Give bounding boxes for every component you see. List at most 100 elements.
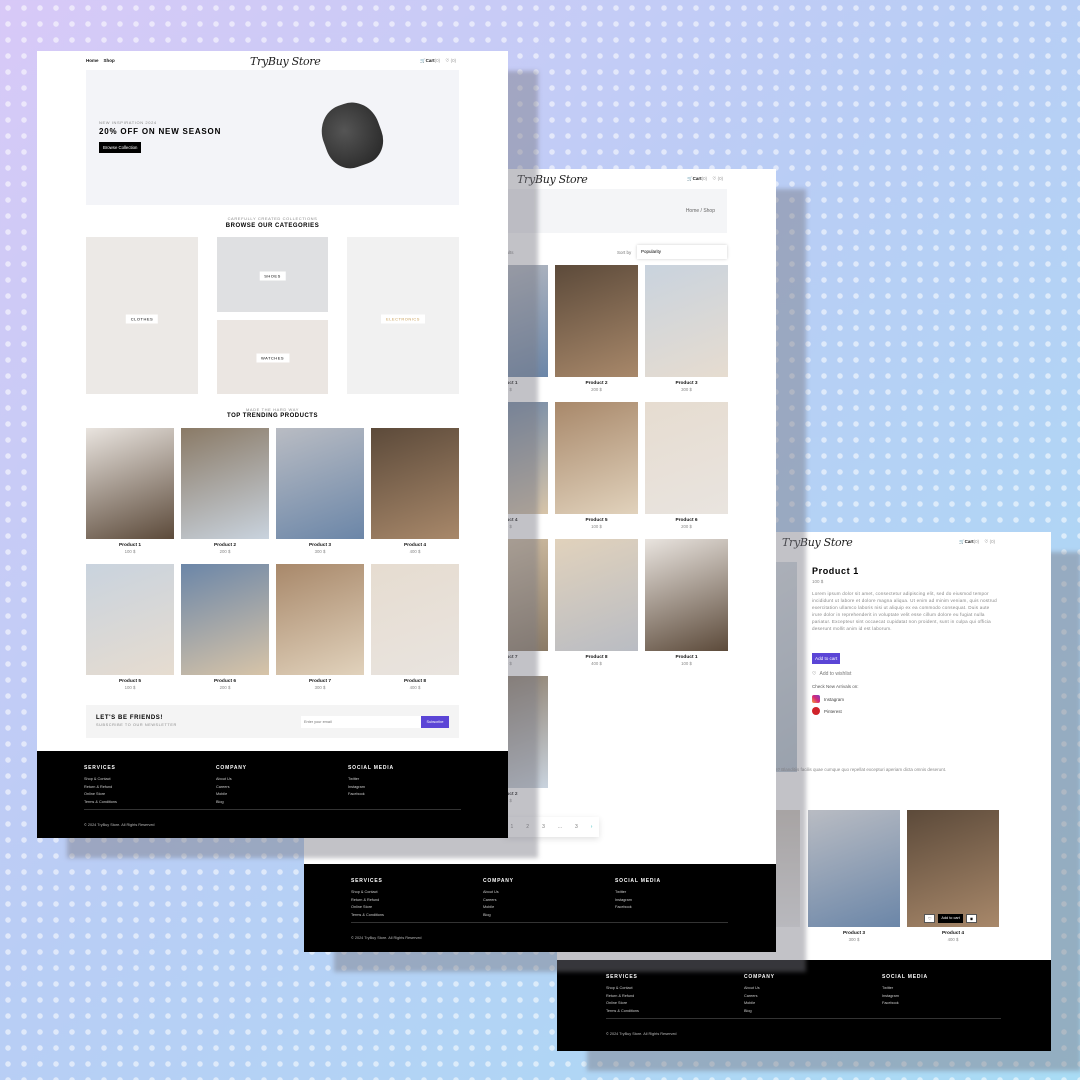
product-image[interactable] bbox=[276, 428, 364, 539]
page-link[interactable]: › bbox=[591, 824, 593, 830]
add-to-wishlist[interactable]: ♡ Add to wishlist bbox=[812, 671, 851, 677]
footer-link[interactable]: Careers bbox=[483, 898, 514, 902]
product-name[interactable]: Product 6 bbox=[181, 679, 269, 684]
footer-link[interactable]: Facebook bbox=[615, 905, 661, 909]
product-image[interactable] bbox=[555, 539, 638, 651]
footer-link[interactable]: Online Store bbox=[606, 1001, 639, 1005]
product-image[interactable] bbox=[555, 265, 638, 377]
footer-link[interactable]: Blog bbox=[216, 800, 247, 804]
footer-link[interactable]: Return & Refund bbox=[606, 994, 639, 998]
product-image[interactable] bbox=[371, 428, 459, 539]
category-watches[interactable]: WATCHES bbox=[217, 320, 328, 394]
page-link[interactable]: 3 bbox=[575, 824, 578, 830]
footer-link[interactable]: Blog bbox=[483, 913, 514, 917]
product-price: 200 $ bbox=[681, 524, 692, 529]
footer-link[interactable]: Careers bbox=[216, 785, 247, 789]
social-link-instagram[interactable]: Instagram bbox=[812, 695, 844, 703]
product-name[interactable]: Product 5 bbox=[555, 518, 638, 523]
product-image[interactable] bbox=[645, 265, 728, 377]
product-image[interactable] bbox=[907, 810, 999, 927]
category-label: CLOTHES bbox=[125, 314, 159, 324]
quick-view-eye-icon[interactable]: ◉ bbox=[965, 914, 978, 923]
product-name[interactable]: Product 4 bbox=[907, 931, 999, 936]
footer-link[interactable]: Blog bbox=[744, 1009, 775, 1013]
cart-link[interactable]: 🛒Cart(0) ♡ (0) bbox=[687, 176, 723, 182]
product-image[interactable] bbox=[181, 428, 269, 539]
nav-link-home[interactable]: Home bbox=[86, 58, 99, 63]
footer-link[interactable]: Shop & Contact bbox=[84, 777, 117, 781]
page-link[interactable]: 3 bbox=[542, 824, 545, 830]
category-clothes[interactable]: CLOTHES bbox=[86, 237, 198, 394]
category-shoes[interactable]: SHOES bbox=[217, 237, 328, 312]
breadcrumb[interactable]: Home / Shop bbox=[686, 208, 715, 214]
product-name[interactable]: Product 4 bbox=[371, 543, 459, 548]
cart-link[interactable]: 🛒Cart(0) ♡ (0) bbox=[420, 58, 456, 64]
hero-banner: NEW INSPIRATION 2024 20% OFF ON NEW SEASO… bbox=[86, 70, 459, 205]
email-input[interactable] bbox=[301, 716, 421, 728]
footer-link[interactable]: Mobile bbox=[483, 905, 514, 909]
wishlist-button[interactable]: ♡ bbox=[924, 914, 936, 923]
product-price: 300 $ bbox=[314, 549, 326, 554]
footer-link[interactable]: Return & Refund bbox=[84, 785, 117, 789]
trending-eyebrow: MADE THE HARD WAY bbox=[245, 407, 300, 412]
product-image[interactable] bbox=[645, 539, 728, 651]
footer-link[interactable]: Twitter bbox=[348, 777, 394, 781]
product-image[interactable] bbox=[86, 428, 174, 539]
hover-add-to-cart-button[interactable]: Add to cart bbox=[938, 914, 963, 923]
footer-link[interactable]: Online Store bbox=[351, 905, 384, 909]
wishlist-count: (0) bbox=[989, 539, 996, 544]
sort-select[interactable]: Popularity bbox=[637, 245, 727, 259]
product-name[interactable]: Product 8 bbox=[371, 679, 459, 684]
footer-link[interactable]: Twitter bbox=[615, 890, 661, 894]
footer-link[interactable]: About Us bbox=[744, 986, 775, 990]
footer-link[interactable]: Instagram bbox=[348, 785, 394, 789]
footer-link[interactable]: Facebook bbox=[882, 1001, 928, 1005]
footer-link[interactable]: Mobile bbox=[744, 1001, 775, 1005]
footer-link[interactable]: Instagram bbox=[615, 898, 661, 902]
product-name[interactable]: Product 1 bbox=[86, 543, 174, 548]
footer-link[interactable]: Terms & Conditions bbox=[351, 913, 384, 917]
category-electronics[interactable]: ELECTRONICS bbox=[347, 237, 459, 394]
footer-link[interactable]: Mobile bbox=[216, 792, 247, 796]
page-link[interactable]: ... bbox=[558, 824, 562, 830]
footer-link[interactable]: Careers bbox=[744, 994, 775, 998]
footer-link[interactable]: Twitter bbox=[882, 986, 928, 990]
logo[interactable]: TryBuy Store bbox=[250, 55, 321, 68]
footer-link[interactable]: Shop & Contact bbox=[351, 890, 384, 894]
footer-link[interactable]: About Us bbox=[483, 890, 514, 894]
product-name[interactable]: Product 3 bbox=[645, 381, 728, 386]
product-name[interactable]: Product 2 bbox=[181, 543, 269, 548]
product-name[interactable]: Product 3 bbox=[276, 543, 364, 548]
nav-link-shop[interactable]: Shop bbox=[104, 58, 115, 63]
product-price: 400 $ bbox=[409, 549, 421, 554]
product-image[interactable] bbox=[645, 402, 728, 514]
subscribe-button[interactable]: Subscribe bbox=[421, 716, 449, 728]
add-to-cart-button[interactable]: Add to cart bbox=[812, 653, 841, 664]
footer-link[interactable]: Terms & Conditions bbox=[606, 1009, 639, 1013]
product-image[interactable] bbox=[276, 564, 364, 675]
footer-link[interactable]: Facebook bbox=[348, 792, 394, 796]
footer-link[interactable]: About Us bbox=[216, 777, 247, 781]
product-name[interactable]: Product 7 bbox=[276, 679, 364, 684]
browse-collection-button[interactable]: Browse Collection bbox=[99, 142, 142, 153]
footer-link[interactable]: Shop & Contact bbox=[606, 986, 639, 990]
cart-link[interactable]: 🛒Cart(0) ♡ (0) bbox=[959, 539, 995, 545]
product-name[interactable]: Product 1 bbox=[645, 655, 728, 660]
product-image[interactable] bbox=[181, 564, 269, 675]
footer-link[interactable]: Terms & Conditions bbox=[84, 800, 117, 804]
social-link-pinterest[interactable]: Pinterest bbox=[812, 707, 842, 715]
product-image[interactable] bbox=[86, 564, 174, 675]
footer-heading: SOCIAL MEDIA bbox=[348, 765, 394, 771]
footer-column: SERVICES Shop & Contact Return & Refund Onl… bbox=[351, 878, 384, 920]
product-name[interactable]: Product 6 bbox=[645, 518, 728, 523]
product-name[interactable]: Product 2 bbox=[555, 381, 638, 386]
product-name[interactable]: Product 8 bbox=[555, 655, 638, 660]
product-image[interactable] bbox=[371, 564, 459, 675]
footer-link[interactable]: Online Store bbox=[84, 792, 117, 796]
footer-link[interactable]: Instagram bbox=[882, 994, 928, 998]
footer-link[interactable]: Return & Refund bbox=[351, 898, 384, 902]
product-name[interactable]: Product 3 bbox=[808, 931, 900, 936]
product-image[interactable] bbox=[808, 810, 900, 927]
product-image[interactable] bbox=[555, 402, 638, 514]
product-name[interactable]: Product 5 bbox=[86, 679, 174, 684]
